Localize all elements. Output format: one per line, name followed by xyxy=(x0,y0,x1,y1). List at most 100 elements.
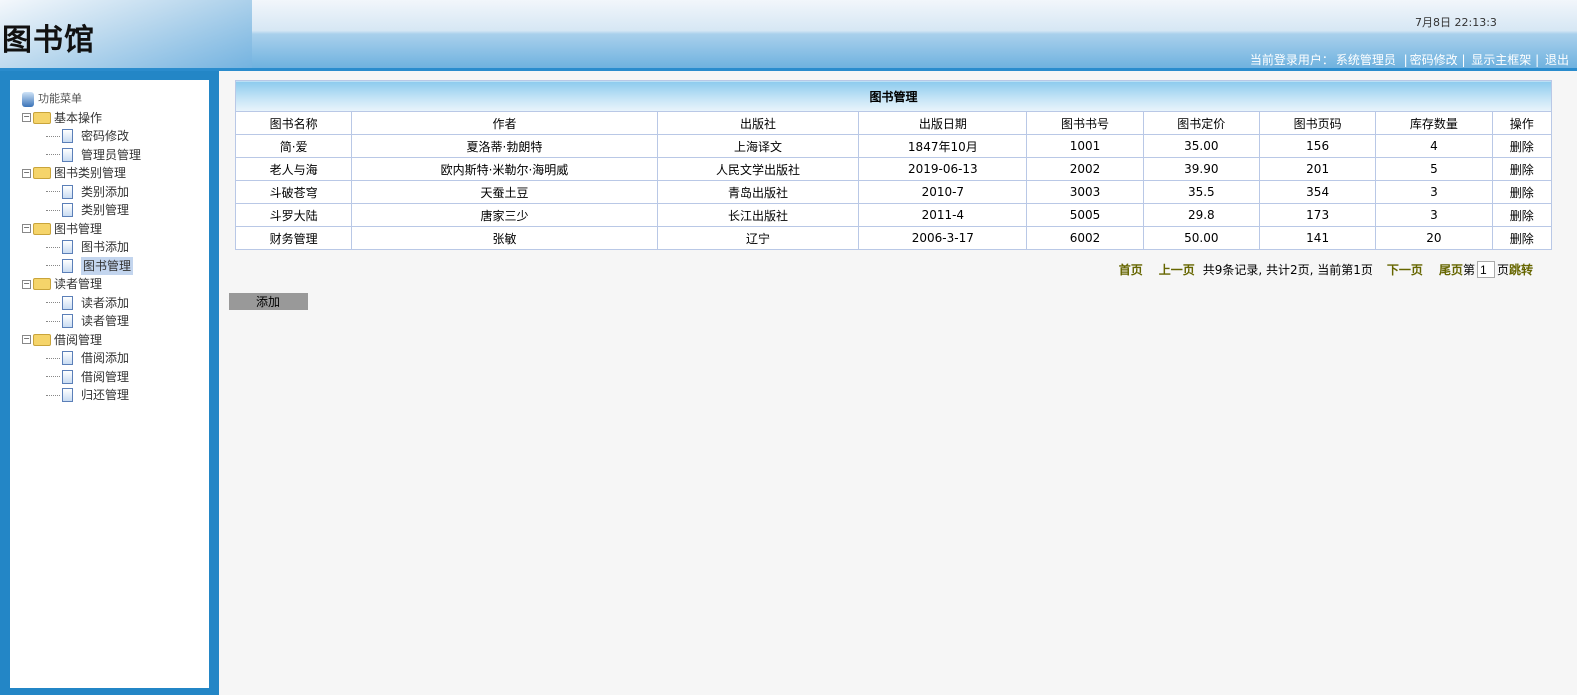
last-page-link[interactable]: 尾页 xyxy=(1439,261,1463,278)
user-label: 当前登录用户： xyxy=(1249,53,1334,67)
table-cell: 29.8 xyxy=(1142,203,1260,227)
menu-item-label: 归还管理 xyxy=(81,388,130,403)
table-cell: 上海译文 xyxy=(656,134,860,158)
table-cell: 141 xyxy=(1258,226,1377,250)
computer-icon xyxy=(22,91,34,107)
table-cell: 35.5 xyxy=(1142,180,1260,204)
collapse-icon[interactable]: − xyxy=(22,335,31,345)
collapse-icon[interactable]: − xyxy=(22,113,31,123)
table-cell: 2010-7 xyxy=(858,180,1028,204)
collapse-icon[interactable]: − xyxy=(22,279,31,289)
logo: 图书馆 xyxy=(2,23,95,58)
table-cell: 2006-3-17 xyxy=(858,226,1028,250)
table-row: 财务管理 张敏 辽宁 2006-3-17 6002 50.00 141 20 删除 xyxy=(234,226,1553,250)
delete-link[interactable]: 删除 xyxy=(1491,180,1553,204)
collapse-icon[interactable]: − xyxy=(22,224,31,234)
table-cell: 天蚕土豆 xyxy=(351,180,658,204)
table-header-row: 图书名称 作者 出版社 出版日期 图书书号 图书定价 图书页码 库存数量 操作 xyxy=(234,111,1553,135)
table-cell: 5 xyxy=(1375,157,1493,181)
table-cell: 2011-4 xyxy=(858,203,1028,227)
folder-icon xyxy=(33,222,51,235)
table-cell: 人民文学出版社 xyxy=(656,157,860,181)
table-cell: 斗罗大陆 xyxy=(234,203,353,227)
menu-group[interactable]: − 图书类别管理 xyxy=(22,164,209,183)
document-icon xyxy=(62,258,73,273)
table-cell: 3 xyxy=(1375,180,1493,204)
table-cell: 6002 xyxy=(1026,226,1144,250)
table-cell: 201 xyxy=(1258,157,1377,181)
menu-group-label: 基本操作 xyxy=(54,110,103,125)
document-icon xyxy=(62,129,73,144)
menu-item[interactable]: 图书添加 xyxy=(22,238,209,257)
table-cell: 1847年10月 xyxy=(858,134,1028,158)
page-number-input[interactable] xyxy=(1476,261,1495,278)
column-header: 图书书号 xyxy=(1026,111,1144,135)
menu-item[interactable]: 图书管理 xyxy=(22,256,209,276)
first-page-link[interactable]: 首页 xyxy=(1119,261,1143,278)
change-password-link[interactable]: 密码修改 xyxy=(1410,53,1458,67)
function-menu: 功能菜单 − 基本操作 密码修改 管理员管理 − 图书类别管理 类别添加 类别管理 − 图书管理 图书… xyxy=(10,80,209,688)
sidebar: 功能菜单 − 基本操作 密码修改 管理员管理 − 图书类别管理 类别添加 类别管理 − 图书管理 图书… xyxy=(0,71,219,695)
table-cell: 4 xyxy=(1375,134,1493,158)
table-cell: 财务管理 xyxy=(234,226,353,250)
pagination: 首页 上一页 共9条记录, 共计2页, 当前第1页 下一页 尾页 第 页 跳转 xyxy=(1111,261,1533,278)
menu-item[interactable]: 借阅管理 xyxy=(22,368,209,387)
column-header: 出版日期 xyxy=(858,111,1028,135)
table-title: 图书管理 xyxy=(235,80,1552,112)
column-header: 图书页码 xyxy=(1258,111,1377,135)
table-cell: 3 xyxy=(1375,203,1493,227)
menu-item[interactable]: 类别添加 xyxy=(22,183,209,202)
table-cell: 辽宁 xyxy=(656,226,860,250)
go-page-link[interactable]: 跳转 xyxy=(1509,261,1533,278)
folder-icon xyxy=(33,278,51,291)
menu-item-label: 读者添加 xyxy=(81,295,130,310)
column-header: 操作 xyxy=(1491,111,1553,135)
delete-link[interactable]: 删除 xyxy=(1491,203,1553,227)
document-icon xyxy=(62,147,73,162)
page-info: 共9条记录, 共计2页, 当前第1页 xyxy=(1202,263,1373,277)
folder-icon xyxy=(33,111,51,124)
logout-link[interactable]: 退出 xyxy=(1545,53,1569,67)
column-header: 作者 xyxy=(351,111,658,135)
table-cell: 35.00 xyxy=(1142,134,1260,158)
column-header: 图书定价 xyxy=(1142,111,1260,135)
menu-item[interactable]: 类别管理 xyxy=(22,201,209,220)
delete-link[interactable]: 删除 xyxy=(1491,226,1553,250)
menu-item[interactable]: 读者添加 xyxy=(22,294,209,313)
header-divider xyxy=(0,68,1577,71)
menu-item[interactable]: 借阅添加 xyxy=(22,349,209,368)
menu-group-label: 图书类别管理 xyxy=(54,166,127,181)
menu-group[interactable]: − 基本操作 xyxy=(22,109,209,128)
table-cell: 张敏 xyxy=(351,226,658,250)
menu-item-label: 读者管理 xyxy=(81,314,130,329)
next-page-link[interactable]: 下一页 xyxy=(1387,261,1423,278)
menu-item-label: 类别添加 xyxy=(81,184,130,199)
add-button[interactable]: 添加 xyxy=(229,293,308,310)
menu-group-label: 读者管理 xyxy=(54,277,103,292)
clock: 7月8日 22:13:3 xyxy=(1415,16,1497,29)
table-cell: 39.90 xyxy=(1142,157,1260,181)
user-bar: 当前登录用户： 系统管理员 | 密码修改 | 显示主框架 | 退出 xyxy=(1249,53,1569,67)
menu-item-label: 图书添加 xyxy=(81,240,130,255)
menu-item[interactable]: 管理员管理 xyxy=(22,146,209,165)
show-main-frame-link[interactable]: 显示主框架 xyxy=(1471,53,1531,67)
collapse-icon[interactable]: − xyxy=(22,168,31,178)
menu-group[interactable]: − 借阅管理 xyxy=(22,331,209,350)
column-header: 库存数量 xyxy=(1375,111,1493,135)
delete-link[interactable]: 删除 xyxy=(1491,157,1553,181)
menu-item-label: 图书管理 xyxy=(81,256,134,275)
table-cell: 173 xyxy=(1258,203,1377,227)
menu-group[interactable]: − 图书管理 xyxy=(22,220,209,239)
prev-page-link[interactable]: 上一页 xyxy=(1159,261,1195,278)
menu-item[interactable]: 归还管理 xyxy=(22,386,209,405)
delete-link[interactable]: 删除 xyxy=(1491,134,1553,158)
menu-group[interactable]: − 读者管理 xyxy=(22,275,209,294)
menu-item[interactable]: 密码修改 xyxy=(22,127,209,146)
table-cell: 欧内斯特·米勒尔·海明威 xyxy=(351,157,658,181)
table-cell: 20 xyxy=(1375,226,1493,250)
books-table: 图书管理 图书名称 作者 出版社 出版日期 图书书号 图书定价 图书页码 库存数量 操作 简·爱… xyxy=(234,80,1553,250)
table-cell: 夏洛蒂·勃朗特 xyxy=(351,134,658,158)
table-cell: 156 xyxy=(1258,134,1377,158)
menu-item[interactable]: 读者管理 xyxy=(22,312,209,331)
table-cell: 1001 xyxy=(1026,134,1144,158)
